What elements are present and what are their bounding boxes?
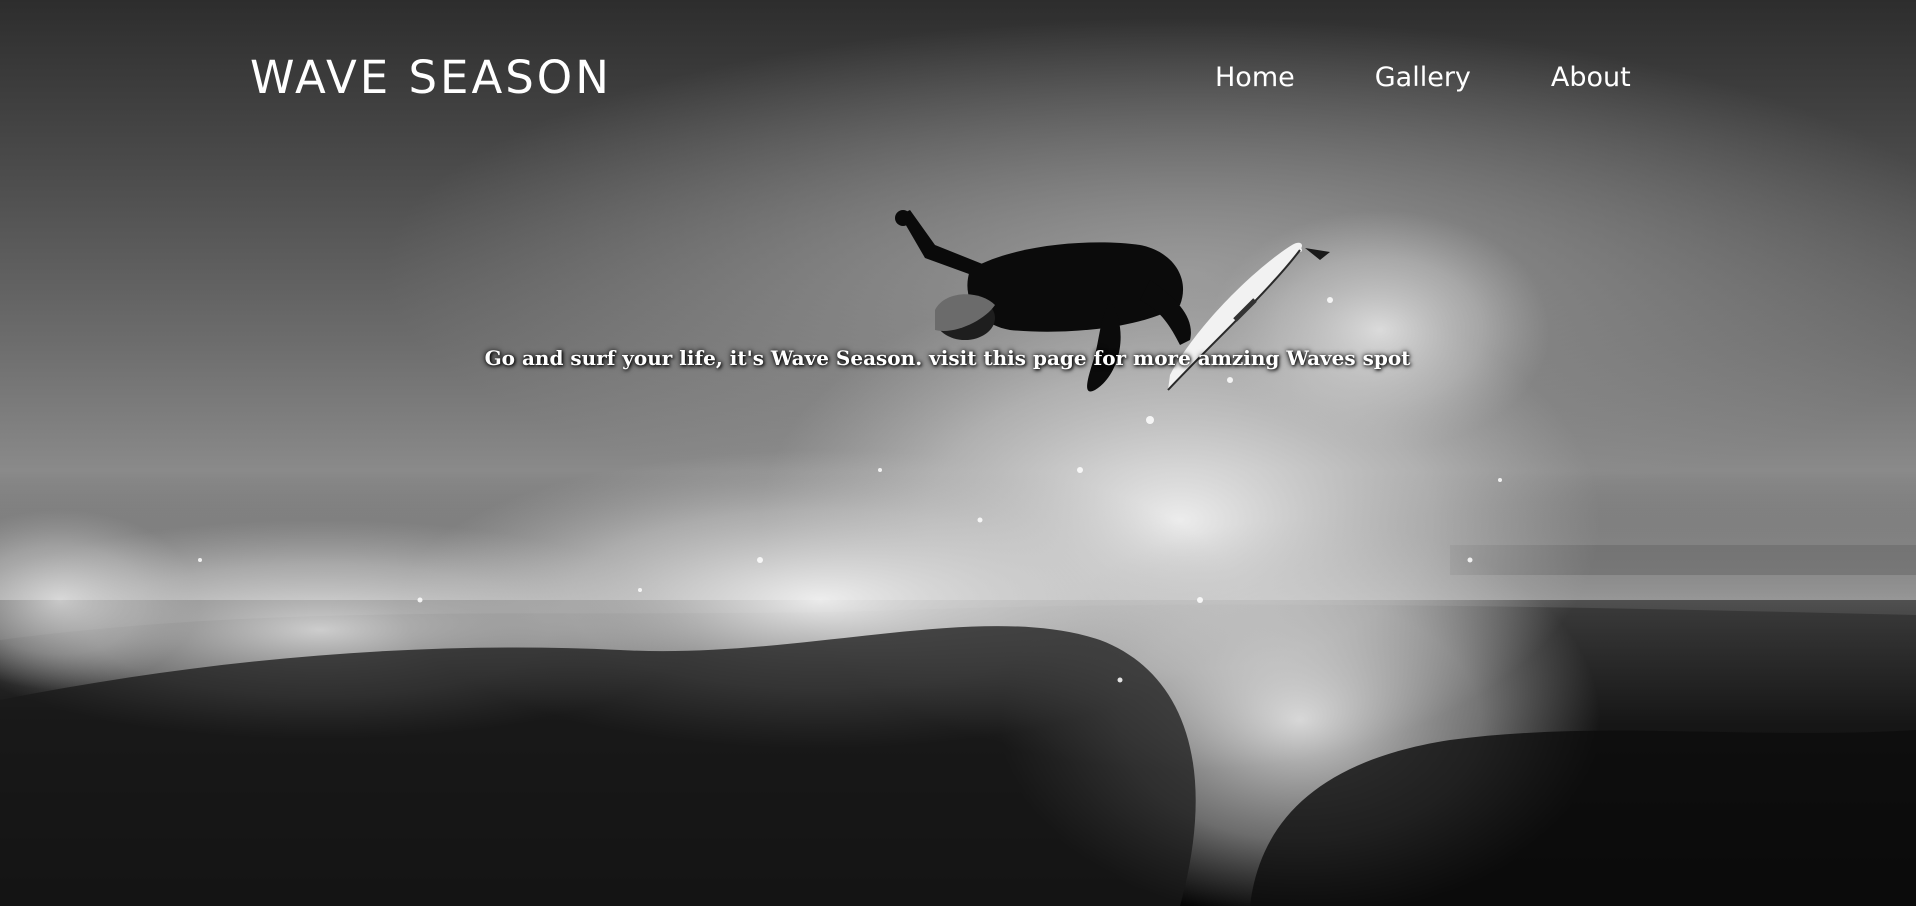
nav-link-gallery[interactable]: Gallery [1375, 60, 1471, 96]
site-logo-title[interactable]: WAVE SEASON [250, 48, 612, 108]
site-header: WAVE SEASON Home Gallery About [250, 48, 1916, 108]
main-navigation: Home Gallery About [1215, 60, 1711, 96]
nav-link-about[interactable]: About [1551, 60, 1631, 96]
hero-section: WAVE SEASON Home Gallery About Go and su… [0, 0, 1916, 906]
nav-link-home[interactable]: Home [1215, 60, 1295, 96]
hero-tagline: Go and surf your life, it's Wave Season.… [484, 346, 1411, 370]
hero-background-image [0, 210, 1916, 906]
